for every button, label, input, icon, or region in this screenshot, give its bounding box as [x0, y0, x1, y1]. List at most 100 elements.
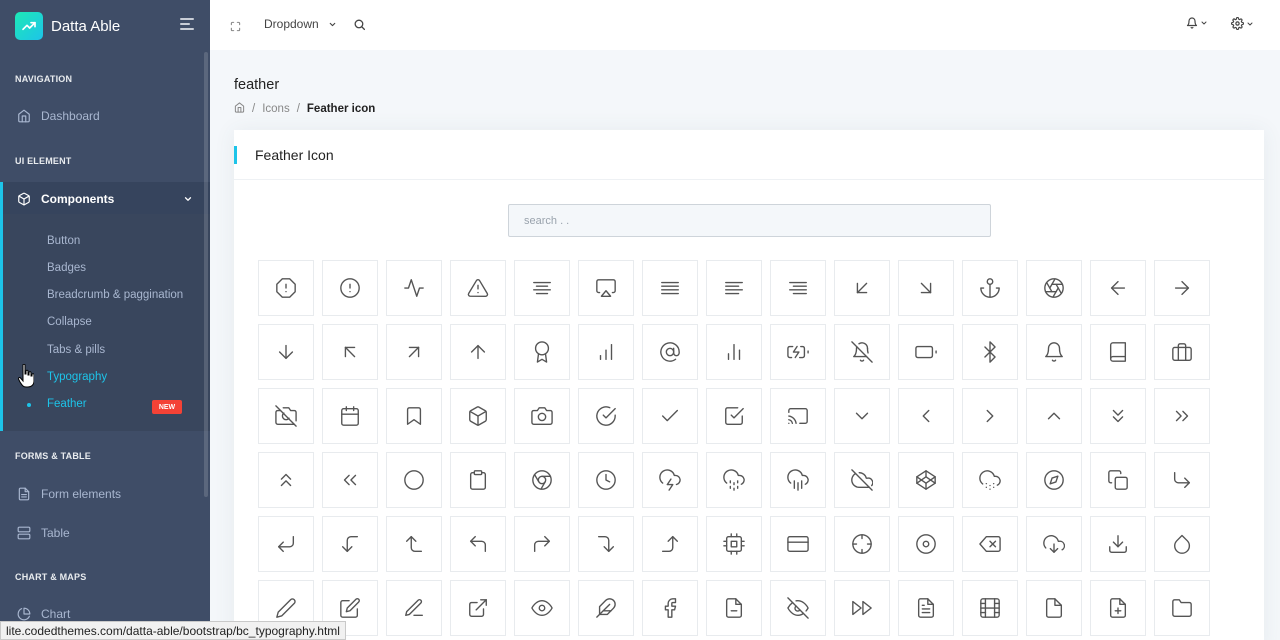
battery-icon[interactable]: [898, 324, 954, 380]
compass-icon[interactable]: [1026, 452, 1082, 508]
arrow-down-icon[interactable]: [258, 324, 314, 380]
cloud-rain-icon[interactable]: [770, 452, 826, 508]
arrow-up-left-icon[interactable]: [322, 324, 378, 380]
facebook-icon[interactable]: [642, 580, 698, 636]
submenu-breadcrumb[interactable]: Breadcrumb & paggination: [47, 289, 183, 301]
corner-right-down-icon[interactable]: [578, 516, 634, 572]
clock-icon[interactable]: [578, 452, 634, 508]
brand[interactable]: Datta Able: [0, 0, 210, 52]
airplay-icon[interactable]: [578, 260, 634, 316]
droplet-icon[interactable]: [1154, 516, 1210, 572]
file-minus-icon[interactable]: [706, 580, 762, 636]
submenu-badges[interactable]: Badges: [47, 262, 86, 274]
chevron-up-icon[interactable]: [1026, 388, 1082, 444]
delete-icon[interactable]: [962, 516, 1018, 572]
align-justify-icon[interactable]: [642, 260, 698, 316]
arrow-down-left-icon[interactable]: [834, 260, 890, 316]
at-sign-icon[interactable]: [642, 324, 698, 380]
cast-icon[interactable]: [770, 388, 826, 444]
chevrons-up-icon[interactable]: [258, 452, 314, 508]
corner-right-up-icon[interactable]: [642, 516, 698, 572]
sidebar-scrollbar[interactable]: [204, 52, 208, 497]
align-left-icon[interactable]: [706, 260, 762, 316]
chrome-icon[interactable]: [514, 452, 570, 508]
bar-chart-2-icon[interactable]: [706, 324, 762, 380]
submenu-collapse[interactable]: Collapse: [47, 316, 92, 328]
camera-off-icon[interactable]: [258, 388, 314, 444]
nav-form-elements[interactable]: Form elements: [0, 476, 210, 512]
align-right-icon[interactable]: [770, 260, 826, 316]
cloud-snow-icon[interactable]: [962, 452, 1018, 508]
arrow-up-right-icon[interactable]: [386, 324, 442, 380]
bell-off-icon[interactable]: [834, 324, 890, 380]
clipboard-icon[interactable]: [450, 452, 506, 508]
cloud-drizzle-icon[interactable]: [706, 452, 762, 508]
edit-3-icon[interactable]: [386, 580, 442, 636]
bell-icon[interactable]: [1026, 324, 1082, 380]
download-icon[interactable]: [1090, 516, 1146, 572]
header-dropdown[interactable]: Dropdown: [264, 17, 337, 31]
submenu-button[interactable]: Button: [47, 235, 80, 247]
arrow-right-icon[interactable]: [1154, 260, 1210, 316]
notifications-button[interactable]: [1186, 17, 1208, 29]
external-link-icon[interactable]: [450, 580, 506, 636]
crosshair-icon[interactable]: [834, 516, 890, 572]
cpu-icon[interactable]: [706, 516, 762, 572]
arrow-left-icon[interactable]: [1090, 260, 1146, 316]
folder-icon[interactable]: [1154, 580, 1210, 636]
bluetooth-icon[interactable]: [962, 324, 1018, 380]
fullscreen-icon[interactable]: [230, 19, 241, 32]
eye-off-icon[interactable]: [770, 580, 826, 636]
search-icon[interactable]: [353, 18, 366, 31]
settings-button[interactable]: [1231, 17, 1254, 30]
camera-icon[interactable]: [514, 388, 570, 444]
circle-icon[interactable]: [386, 452, 442, 508]
menu-toggle-icon[interactable]: [180, 18, 194, 32]
bookmark-icon[interactable]: [386, 388, 442, 444]
corner-up-left-icon[interactable]: [450, 516, 506, 572]
arrow-down-right-icon[interactable]: [898, 260, 954, 316]
alert-circle-icon[interactable]: [322, 260, 378, 316]
calendar-icon[interactable]: [322, 388, 378, 444]
briefcase-icon[interactable]: [1154, 324, 1210, 380]
check-circle-icon[interactable]: [578, 388, 634, 444]
book-icon[interactable]: [1090, 324, 1146, 380]
nav-dashboard[interactable]: Dashboard: [0, 98, 210, 134]
chevrons-left-icon[interactable]: [322, 452, 378, 508]
nav-table[interactable]: Table: [0, 515, 210, 551]
check-icon[interactable]: [642, 388, 698, 444]
corner-left-up-icon[interactable]: [386, 516, 442, 572]
feather-icon[interactable]: [578, 580, 634, 636]
submenu-feather[interactable]: Feather: [47, 398, 87, 410]
cloud-lightning-icon[interactable]: [642, 452, 698, 508]
nav-components[interactable]: Components: [0, 182, 210, 215]
alert-triangle-icon[interactable]: [450, 260, 506, 316]
alert-octagon-icon[interactable]: [258, 260, 314, 316]
arrow-up-icon[interactable]: [450, 324, 506, 380]
aperture-icon[interactable]: [1026, 260, 1082, 316]
codepen-icon[interactable]: [898, 452, 954, 508]
copy-icon[interactable]: [1090, 452, 1146, 508]
submenu-typography[interactable]: Typography: [47, 371, 107, 383]
home-icon[interactable]: [234, 102, 245, 116]
chevron-right-icon[interactable]: [962, 388, 1018, 444]
corner-up-right-icon[interactable]: [514, 516, 570, 572]
film-icon[interactable]: [962, 580, 1018, 636]
box-icon[interactable]: [450, 388, 506, 444]
file-text-icon[interactable]: [898, 580, 954, 636]
eye-icon[interactable]: [514, 580, 570, 636]
align-center-icon[interactable]: [514, 260, 570, 316]
corner-down-right-icon[interactable]: [1154, 452, 1210, 508]
submenu-tabs-pills[interactable]: Tabs & pills: [47, 344, 105, 356]
file-icon[interactable]: [1026, 580, 1082, 636]
disc-icon[interactable]: [898, 516, 954, 572]
corner-left-down-icon[interactable]: [322, 516, 378, 572]
corner-down-left-icon[interactable]: [258, 516, 314, 572]
chevrons-down-icon[interactable]: [1090, 388, 1146, 444]
anchor-icon[interactable]: [962, 260, 1018, 316]
bar-chart-icon[interactable]: [578, 324, 634, 380]
fast-forward-icon[interactable]: [834, 580, 890, 636]
check-square-icon[interactable]: [706, 388, 762, 444]
award-icon[interactable]: [514, 324, 570, 380]
cloud-off-icon[interactable]: [834, 452, 890, 508]
